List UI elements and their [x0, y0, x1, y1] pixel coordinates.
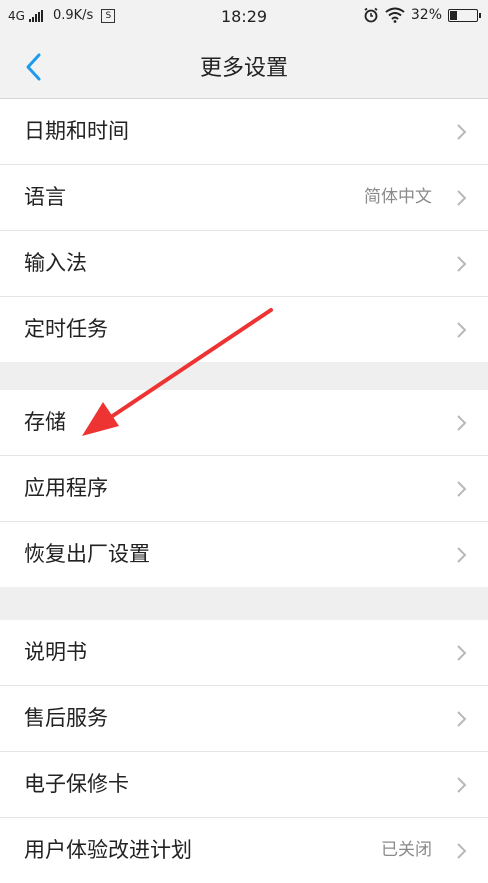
row-storage[interactable]: 存储 [0, 390, 488, 456]
row-label: 语言 [24, 185, 66, 209]
row-applications[interactable]: 应用程序 [0, 456, 488, 522]
settings-group-storage: 存储 应用程序 恢复出厂设置 [0, 390, 488, 587]
alarm-icon [364, 7, 378, 23]
settings-group-support: 说明书 售后服务 电子保修卡 用户体验改进计划 已关闭 [0, 620, 488, 883]
row-label: 说明书 [24, 640, 87, 664]
status-right: 32% [363, 7, 481, 23]
chevron-right-icon [457, 124, 467, 140]
app-header: 更多设置 [0, 34, 488, 99]
battery-fill [450, 10, 457, 20]
row-label: 存储 [24, 410, 66, 434]
row-factory-reset[interactable]: 恢复出厂设置 [0, 522, 488, 587]
settings-group-general: 日期和时间 语言 简体中文 输入法 定时任务 [0, 99, 488, 362]
wifi-icon [385, 7, 405, 23]
row-value: 已关闭 [381, 840, 432, 860]
chevron-right-icon [457, 190, 467, 206]
chevron-right-icon [457, 711, 467, 727]
page-title: 更多设置 [199, 56, 288, 81]
row-label: 定时任务 [24, 317, 108, 341]
battery-icon [448, 8, 481, 22]
row-experience-program[interactable]: 用户体验改进计划 已关闭 [0, 818, 488, 883]
row-label: 用户体验改进计划 [24, 838, 192, 862]
row-label: 日期和时间 [24, 119, 129, 143]
row-warranty-card[interactable]: 电子保修卡 [0, 752, 488, 818]
battery-percent: 32% [410, 7, 442, 23]
chevron-right-icon [457, 547, 467, 563]
row-label: 电子保修卡 [24, 772, 129, 796]
chevron-right-icon [457, 777, 467, 793]
chevron-right-icon [457, 415, 467, 431]
chevron-right-icon [457, 645, 467, 661]
row-label: 售后服务 [24, 706, 108, 730]
row-language[interactable]: 语言 简体中文 [0, 165, 488, 231]
chevron-right-icon [457, 322, 467, 338]
row-label: 输入法 [24, 251, 87, 275]
row-date-time[interactable]: 日期和时间 [0, 99, 488, 165]
status-bar: 4G 0.9K/s S 18:29 32% [0, 0, 488, 34]
row-label: 恢复出厂设置 [24, 542, 150, 566]
chevron-right-icon [457, 481, 467, 497]
chevron-right-icon [457, 256, 467, 272]
chevron-right-icon [457, 843, 467, 859]
row-manual[interactable]: 说明书 [0, 620, 488, 686]
row-after-sales[interactable]: 售后服务 [0, 686, 488, 752]
row-input-method[interactable]: 输入法 [0, 231, 488, 297]
row-value: 简体中文 [364, 187, 432, 207]
row-label: 应用程序 [24, 476, 108, 500]
row-scheduled-tasks[interactable]: 定时任务 [0, 297, 488, 362]
